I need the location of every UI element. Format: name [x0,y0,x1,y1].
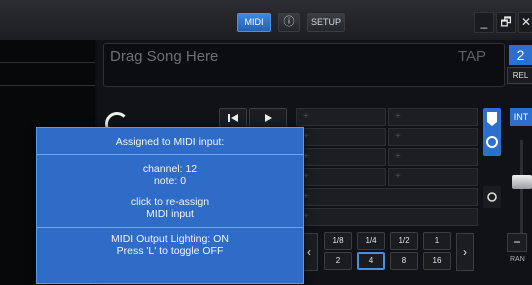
sync-icon [486,112,498,148]
hotcue-pad[interactable]: + [296,208,478,226]
midi-channel: channel: 12 [142,163,198,175]
midi-note: note: 0 [153,175,187,187]
loop-size-button[interactable]: 1/2 [390,232,418,250]
deck-number[interactable]: 2 [509,45,532,65]
midi-assignment-popup[interactable]: Assigned to MIDI input: channel: 12 note… [36,127,304,284]
range-label[interactable]: RAN [510,256,525,263]
pitch-minus-button[interactable]: − [507,233,527,252]
rel-button[interactable]: REL [507,67,532,84]
loop-size-button[interactable]: 8 [390,252,418,270]
info-button[interactable]: ⓘ [278,13,300,32]
hotcue-pad[interactable]: + [388,148,478,166]
hotcue-pad[interactable]: + [388,108,478,126]
popup-divider [37,227,303,228]
popup-heading: Assigned to MIDI input: [115,136,225,148]
loop-size-button-selected[interactable]: 4 [357,252,385,270]
minimize-button[interactable]: _ [474,12,494,33]
hotcue-pad[interactable]: + [388,168,478,186]
reassign-link-line2[interactable]: MIDI input [37,208,303,220]
hotcue-pad[interactable]: + [296,108,386,126]
loop-size-button[interactable]: 1/4 [357,232,385,250]
loop-size-button[interactable]: 16 [423,252,451,270]
hotcue-pad[interactable]: + [296,128,386,146]
pitch-knob[interactable] [512,175,532,189]
loop-size-button[interactable]: 2 [324,252,352,270]
refresh-icon [487,192,497,202]
loop-size-button[interactable]: 1/8 [324,232,352,250]
hotcue-pad[interactable]: + [296,188,478,206]
int-button[interactable]: INT [510,108,532,126]
sync-button[interactable] [483,108,501,156]
hotcue-pad[interactable]: + [296,148,386,166]
divider [0,85,95,86]
setup-button[interactable]: SETUP [307,13,345,32]
divider [0,62,95,63]
play-icon [265,114,272,122]
hotcue-pad[interactable]: + [296,168,386,186]
popup-divider [37,154,303,155]
reassign-link[interactable]: click to re-assign [37,196,303,208]
lighting-toggle-hint: Press 'L' to toggle OFF [116,245,224,257]
maximize-button[interactable]: 🗗 [496,12,516,33]
skip-back-icon [228,114,238,122]
loop-next-button[interactable]: › [456,233,474,271]
tap-button[interactable]: TAP [458,48,486,65]
close-button[interactable]: ✕ [518,12,532,33]
lighting-status: MIDI Output Lighting: ON [111,233,229,245]
reload-button[interactable] [483,186,501,208]
song-title: Drag Song Here [110,48,219,65]
pitch-slider[interactable] [510,130,532,250]
midi-button[interactable]: MIDI [237,13,271,32]
pitch-track [520,140,523,240]
hotcue-pad[interactable]: + [388,128,478,146]
loop-size-button[interactable]: 1 [423,232,451,250]
play-button[interactable] [249,108,287,128]
skip-back-button[interactable] [219,108,247,128]
